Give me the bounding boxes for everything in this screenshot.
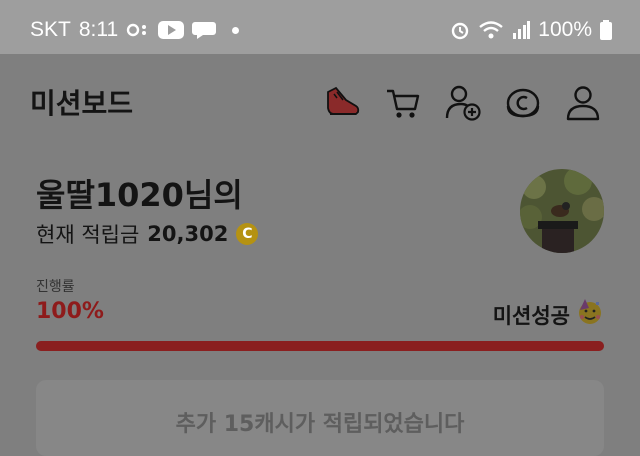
balance-value: 20,302: [147, 222, 229, 246]
add-user-icon[interactable]: [444, 84, 482, 122]
wifi-icon: [478, 20, 504, 40]
carrier-label: SKT: [30, 18, 71, 41]
link-icon: [126, 22, 150, 38]
header-toolbar: [0, 84, 640, 124]
progress-bar: [36, 341, 604, 351]
party-face-icon: [576, 298, 604, 331]
alarm-icon: [450, 20, 470, 40]
signal-icon: [512, 21, 531, 39]
status-bar: SKT 8:11 100%: [0, 0, 640, 54]
progress-label: 진행률: [36, 279, 75, 295]
user-name: 울딸1020님의: [36, 176, 243, 214]
profile-icon[interactable]: [564, 84, 602, 122]
youtube-icon: [158, 21, 185, 39]
reward-banner-text: 추가 15캐시가 적립되었습니다: [175, 412, 465, 437]
battery-icon: [600, 20, 612, 40]
cart-icon[interactable]: [384, 84, 422, 122]
balance-label: 현재 적립금: [36, 223, 140, 247]
shoe-icon[interactable]: [324, 84, 362, 122]
battery-percent: 100%: [538, 18, 592, 41]
balance-row: 현재 적립금 20,302 C: [36, 219, 259, 249]
status-left: SKT 8:11: [30, 18, 240, 42]
coin-badge-icon: C: [236, 223, 259, 245]
progress-value: 100%: [36, 299, 104, 324]
reward-banner: 추가 15캐시가 적립되었습니다: [36, 380, 604, 456]
status-right: 100%: [450, 18, 612, 42]
notification-dot: [232, 26, 240, 34]
progress-fill: [36, 341, 604, 351]
avatar[interactable]: [520, 169, 604, 253]
clock: 8:11: [78, 18, 119, 41]
mission-status: 미션성공: [493, 298, 604, 331]
mission-status-text: 미션성공: [492, 303, 570, 328]
chat-icon: [192, 20, 217, 40]
coin-icon[interactable]: [504, 84, 542, 122]
